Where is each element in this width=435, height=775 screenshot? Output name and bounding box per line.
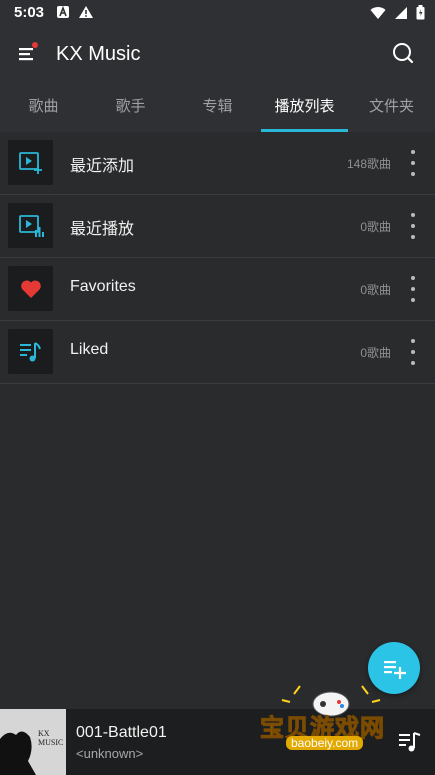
tab-songs[interactable]: 歌曲 <box>0 82 87 132</box>
playlist-name: Liked <box>70 341 109 358</box>
tab-albums[interactable]: 专辑 <box>174 82 261 132</box>
recent-add-icon <box>18 151 42 174</box>
playlist-add-icon <box>384 661 406 679</box>
signal-icon <box>394 6 408 25</box>
music-list-icon <box>19 341 41 361</box>
playlist-row[interactable]: 最近添加 148歌曲 <box>0 132 435 195</box>
more-options-button[interactable] <box>405 339 421 365</box>
recent-play-icon <box>18 214 44 237</box>
more-options-button[interactable] <box>405 213 421 239</box>
app-title: KX Music <box>56 43 141 65</box>
wifi-icon <box>370 6 386 25</box>
more-vert-icon <box>411 339 415 343</box>
playlist-thumbnail <box>8 266 53 311</box>
notification-a-icon <box>56 5 70 24</box>
mini-player[interactable]: KX MUSIC 001-Battle01 <unknown> <box>0 709 435 775</box>
tab-playlists[interactable]: 播放列表 <box>261 82 348 132</box>
playlist-row[interactable]: 最近播放 0歌曲 <box>0 195 435 258</box>
heart-icon <box>20 279 41 298</box>
more-options-button[interactable] <box>405 276 421 302</box>
playlist-thumbnail <box>8 329 53 374</box>
more-vert-icon <box>411 150 415 154</box>
playlist-song-count: 0歌曲 <box>360 220 391 234</box>
status-bar: 5:03 <box>0 0 435 26</box>
play-queue-button[interactable] <box>397 729 423 755</box>
playlist-song-count: 0歌曲 <box>360 346 391 360</box>
playlist-list: 最近添加 148歌曲 最近播放 0歌曲 Favorites 0歌曲 Liked … <box>0 132 435 384</box>
tab-folders[interactable]: 文件夹 <box>348 82 435 132</box>
playlist-name: Favorites <box>70 278 136 295</box>
more-options-button[interactable] <box>405 150 421 176</box>
playlist-song-count: 0歌曲 <box>360 283 391 297</box>
battery-icon <box>416 5 425 25</box>
status-system-icons <box>370 5 425 25</box>
more-vert-icon <box>411 213 415 217</box>
now-playing-title: 001-Battle01 <box>76 724 167 741</box>
playlist-row[interactable]: Liked 0歌曲 <box>0 321 435 384</box>
tab-bar: 歌曲 歌手 专辑 播放列表 文件夹 <box>0 82 435 132</box>
more-vert-icon <box>411 276 415 280</box>
playlist-song-count: 148歌曲 <box>346 157 391 171</box>
menu-button[interactable] <box>16 40 44 68</box>
queue-music-icon <box>399 732 421 752</box>
warning-icon <box>78 5 94 24</box>
add-playlist-fab[interactable] <box>368 642 420 694</box>
tab-artists[interactable]: 歌手 <box>87 82 174 132</box>
now-playing-artist: <unknown> <box>76 746 144 761</box>
playlist-name: 最近播放 <box>70 221 135 238</box>
playlist-name: 最近添加 <box>70 158 135 175</box>
app-bar: KX Music <box>0 26 435 82</box>
playlist-thumbnail <box>8 140 53 185</box>
status-time: 5:03 <box>14 4 45 21</box>
status-notification-icons <box>56 5 94 24</box>
search-button[interactable] <box>389 40 417 68</box>
album-cover-text: KX MUSIC <box>38 729 64 747</box>
album-cover: KX MUSIC <box>0 709 66 775</box>
menu-icon <box>19 42 38 61</box>
playlist-thumbnail <box>8 203 53 248</box>
search-icon <box>393 43 414 64</box>
playlist-row[interactable]: Favorites 0歌曲 <box>0 258 435 321</box>
